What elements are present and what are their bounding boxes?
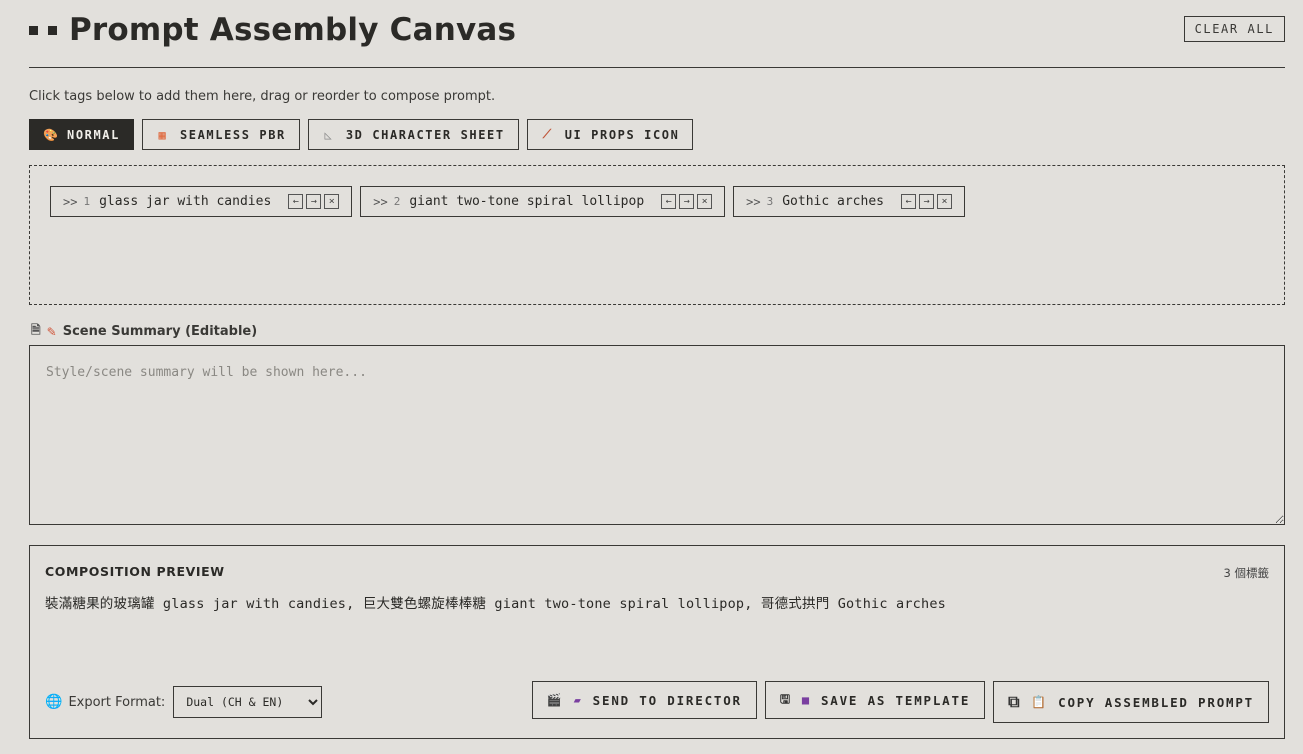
tab-normal[interactable]: 🎨 NORMAL — [29, 119, 134, 150]
action-buttons: 🎬 ▰ SEND TO DIRECTOR 🖫 ■ SAVE AS TEMPLAT… — [531, 681, 1269, 723]
send-to-director-label: SEND TO DIRECTOR — [592, 692, 742, 708]
tab-label: NORMAL — [67, 127, 120, 142]
summary-label-text: Scene Summary (Editable) — [62, 324, 258, 339]
export-format-select[interactable]: Dual (CH & EN) — [173, 686, 323, 718]
remove-chip-button[interactable]: × — [324, 194, 340, 209]
save-as-template-label: SAVE AS TEMPLATE — [820, 692, 971, 708]
remove-chip-button[interactable]: × — [697, 194, 713, 209]
triangle-ruler-icon: ◺ — [324, 127, 334, 142]
prompt-chip[interactable]: >> 1 glass jar with candies ← → × — [50, 186, 353, 217]
tab-ui-props-icon[interactable]: ⟋ UI PROPS ICON — [526, 119, 694, 150]
chip-text: glass jar with candies — [99, 194, 272, 209]
move-right-button[interactable]: → — [918, 194, 934, 209]
composition-preview-panel: COMPOSITION PREVIEW 3 個標籤 裝滿糖果的玻璃罐 glass… — [29, 545, 1285, 739]
tab-label: SEAMLESS PBR — [179, 127, 286, 142]
move-right-button[interactable]: → — [679, 194, 695, 209]
clapperboard-icon: ▰ — [573, 693, 583, 707]
send-to-director-button[interactable]: 🎬 ▰ SEND TO DIRECTOR — [531, 681, 757, 719]
tab-seamless-pbr[interactable]: ▦ SEAMLESS PBR — [141, 119, 300, 150]
drag-handle-icon[interactable]: >> — [746, 195, 760, 209]
chip-text: giant two-tone spiral lollipop — [409, 194, 645, 209]
chip-text: Gothic arches — [782, 194, 884, 209]
chip-index: 1 — [83, 195, 91, 208]
title-squares-icon — [29, 25, 57, 35]
clipboard-icon: 📋 — [1031, 695, 1049, 709]
header: Prompt Assembly Canvas CLEAR ALL — [29, 10, 1285, 68]
prompt-canvas-dropzone[interactable]: >> 1 glass jar with candies ← → × >> 2 g… — [29, 165, 1285, 305]
save-outline-icon: 🖫 — [779, 691, 792, 706]
globe-icon: 🌐 — [45, 694, 63, 710]
scene-summary-textarea[interactable] — [29, 345, 1285, 525]
brick-icon: ▦ — [158, 127, 168, 142]
copy-icon: ⧉ — [1008, 692, 1022, 711]
move-left-button[interactable]: ← — [900, 194, 916, 209]
tab-3d-character-sheet[interactable]: ◺ 3D CHARACTER SHEET — [307, 119, 519, 150]
mode-tabs: 🎨 NORMAL ▦ SEAMLESS PBR ◺ 3D CHARACTER S… — [29, 119, 694, 150]
save-as-template-button[interactable]: 🖫 ■ SAVE AS TEMPLATE — [764, 681, 986, 719]
drag-handle-icon[interactable]: >> — [373, 195, 387, 209]
memo-icon: ✎ — [46, 324, 57, 339]
preview-text: 裝滿糖果的玻璃罐 glass jar with candies, 巨大雙色螺旋棒… — [45, 596, 946, 612]
export-format-group: 🌐 Export Format: Dual (CH & EN) — [45, 686, 323, 718]
chip-index: 2 — [393, 195, 401, 208]
summary-label: 🗎 ✎ Scene Summary (Editable) — [31, 321, 257, 342]
clear-all-button[interactable]: CLEAR ALL — [1183, 16, 1285, 42]
remove-chip-button[interactable]: × — [936, 194, 952, 209]
export-format-label: Export Format: — [68, 694, 166, 710]
chip-list: >> 1 glass jar with candies ← → × >> 2 g… — [50, 186, 965, 217]
prompt-chip[interactable]: >> 2 giant two-tone spiral lollipop ← → … — [360, 186, 726, 217]
prompt-chip[interactable]: >> 3 Gothic arches ← → × — [733, 186, 965, 217]
tab-label: 3D CHARACTER SHEET — [345, 127, 505, 142]
clapperboard-outline-icon: 🎬 — [546, 693, 564, 707]
instruction-hint: Click tags below to add them here, drag … — [29, 89, 496, 104]
palette-icon: 🎨 — [43, 127, 60, 142]
copy-assembled-prompt-label: COPY ASSEMBLED PROMPT — [1058, 694, 1254, 710]
drag-handle-icon[interactable]: >> — [63, 195, 77, 209]
title-wrap: Prompt Assembly Canvas — [29, 12, 516, 48]
document-icon: 🗎 — [31, 323, 41, 337]
preview-title: COMPOSITION PREVIEW — [45, 564, 225, 579]
copy-assembled-prompt-button[interactable]: ⧉ 📋 COPY ASSEMBLED PROMPT — [993, 681, 1269, 723]
move-right-button[interactable]: → — [306, 194, 322, 209]
magic-wand-icon: ⟋ — [542, 127, 553, 141]
move-left-button[interactable]: ← — [661, 194, 677, 209]
page-title: Prompt Assembly Canvas — [69, 12, 517, 48]
move-left-button[interactable]: ← — [288, 194, 304, 209]
floppy-disk-icon: ■ — [801, 693, 811, 707]
chip-index: 3 — [766, 195, 774, 208]
tag-count: 3 個標籤 — [1223, 566, 1269, 580]
tab-label: UI PROPS ICON — [564, 127, 680, 142]
